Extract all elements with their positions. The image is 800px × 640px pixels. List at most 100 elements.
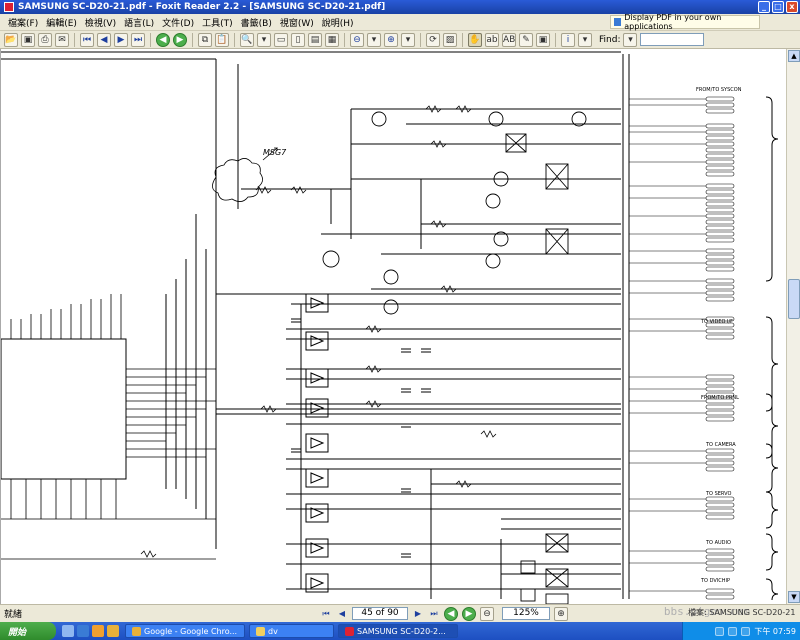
- title-bar: SAMSUNG SC-D20-21.pdf - Foxit Reader 2.2…: [0, 0, 800, 14]
- taskbar-item-label: dv: [268, 626, 278, 636]
- maximize-button[interactable]: □: [772, 1, 784, 13]
- section-label-audio: TO AUDIO: [705, 540, 731, 546]
- copy-icon[interactable]: ⧉: [198, 32, 212, 47]
- close-button[interactable]: x: [786, 1, 798, 13]
- system-tray: 下午 07:59: [682, 622, 800, 640]
- status-back-icon[interactable]: ◀: [444, 606, 458, 621]
- hand-tool-icon[interactable]: ✋: [468, 32, 482, 47]
- next-page-nav-icon[interactable]: ▶: [412, 608, 424, 620]
- volume-icon[interactable]: [728, 626, 738, 636]
- print-icon[interactable]: ⎙: [38, 32, 52, 47]
- open-icon[interactable]: 📂: [4, 32, 18, 47]
- menu-edit[interactable]: 編輯(E): [42, 16, 81, 29]
- zoom-level[interactable]: 125%: [502, 607, 550, 620]
- toolbar-separator: [462, 32, 463, 47]
- previous-page-icon[interactable]: ◀: [97, 32, 111, 47]
- chrome-icon: [132, 626, 141, 636]
- image-tool-icon[interactable]: ▣: [536, 32, 550, 47]
- toolbar-separator: [234, 32, 235, 47]
- save-icon[interactable]: ▣: [21, 32, 35, 47]
- toolbar-separator: [420, 32, 421, 47]
- select-text-icon-2[interactable]: AB: [502, 32, 516, 47]
- network-icon[interactable]: [715, 626, 725, 636]
- snapshot-icon[interactable]: ▨: [443, 32, 457, 47]
- section-label-video-if: TO VIDEO I/F: [700, 319, 733, 325]
- menu-file[interactable]: 檔案(F): [4, 16, 42, 29]
- toolbar-separator: [192, 32, 193, 47]
- promo-banner[interactable]: Display PDF in your own applications: [610, 13, 760, 31]
- find-input[interactable]: [640, 33, 705, 46]
- section-label-camera: TO CAMERA: [705, 442, 736, 448]
- taskbar-item[interactable]: SAMSUNG SC-D20-2...: [338, 624, 458, 638]
- last-page-nav-icon[interactable]: ⏭: [428, 608, 440, 620]
- annotation-icon[interactable]: ✎: [519, 32, 533, 47]
- chrome-icon[interactable]: [107, 625, 119, 637]
- taskbar: 開始 Google - Google Chro... dv SAMSUNG SC…: [0, 622, 800, 640]
- zoom-out-icon[interactable]: ⊖: [350, 32, 364, 47]
- find-dropdown-icon[interactable]: ▾: [623, 32, 638, 47]
- zoom-in-icon[interactable]: ⊕: [384, 32, 398, 47]
- quick-launch: [62, 625, 119, 637]
- desktop-icon[interactable]: [62, 625, 74, 637]
- menu-tools[interactable]: 工具(T): [198, 16, 237, 29]
- fit-width-icon[interactable]: ▤: [308, 32, 322, 47]
- taskbar-item[interactable]: dv: [249, 624, 334, 638]
- menu-window[interactable]: 視窗(W): [276, 16, 318, 29]
- zoom-dropdown-icon[interactable]: ▾: [257, 32, 271, 47]
- clock[interactable]: 下午 07:59: [754, 626, 796, 637]
- info-dropdown-icon[interactable]: ▾: [578, 32, 592, 47]
- security-icon[interactable]: [741, 626, 751, 636]
- forward-icon[interactable]: ▶: [173, 32, 187, 47]
- ie-icon[interactable]: [77, 625, 89, 637]
- first-page-icon[interactable]: ⏮: [80, 32, 94, 47]
- info-icon[interactable]: i: [561, 32, 575, 47]
- actual-size-icon[interactable]: ▭: [274, 32, 288, 47]
- taskbar-item[interactable]: Google - Google Chro...: [125, 624, 245, 638]
- first-page-nav-icon[interactable]: ⏮: [320, 608, 332, 620]
- paste-icon[interactable]: 📋: [215, 32, 229, 47]
- page-indicator[interactable]: 45 of 90: [352, 607, 408, 620]
- select-text-icon[interactable]: ab: [485, 32, 499, 47]
- status-forward-icon[interactable]: ▶: [462, 606, 476, 621]
- toolbar-separator: [555, 32, 556, 47]
- status-text: 就緒: [4, 610, 23, 620]
- zoom-in-dropdown-icon[interactable]: ▾: [401, 32, 415, 47]
- scroll-thumb[interactable]: [788, 279, 800, 319]
- fit-page-icon[interactable]: ▯: [291, 32, 305, 47]
- zoom-icon[interactable]: 🔍: [240, 32, 254, 47]
- minimize-button[interactable]: _: [758, 1, 770, 13]
- foxit-icon: [345, 626, 354, 636]
- fit-visible-icon[interactable]: ▦: [325, 32, 339, 47]
- menu-language[interactable]: 語言(L): [120, 16, 158, 29]
- schematic-page: FROM/TO SYSCON TO VIDEO I/F FROM/TO PRNL…: [1, 51, 779, 604]
- status-zoom-in-icon[interactable]: ⊕: [554, 606, 568, 621]
- media-icon[interactable]: [92, 625, 104, 637]
- status-file-tooltip: 檔案: SAMSUNG SC-D20-21.pd: [688, 608, 796, 617]
- foxit-app-icon[interactable]: [4, 2, 14, 12]
- menu-bookmarks[interactable]: 書籤(B): [237, 16, 276, 29]
- zoom-out-dropdown-icon[interactable]: ▾: [367, 32, 381, 47]
- email-icon[interactable]: ✉: [55, 32, 69, 47]
- back-icon[interactable]: ◀: [156, 32, 170, 47]
- document-view[interactable]: FROM/TO SYSCON TO VIDEO I/F FROM/TO PRNL…: [0, 49, 786, 604]
- toolbar-separator: [150, 32, 151, 47]
- last-page-icon[interactable]: ⏭: [131, 32, 145, 47]
- scroll-up-icon[interactable]: ▲: [788, 50, 800, 62]
- section-label-syscon: FROM/TO SYSCON: [696, 87, 742, 93]
- next-page-icon[interactable]: ▶: [114, 32, 128, 47]
- section-label-dvichip: TO DVICHIP: [700, 578, 730, 584]
- scroll-down-icon[interactable]: ▼: [788, 591, 800, 603]
- section-label-servo: TO SERVO: [705, 491, 731, 497]
- find-label: Find:: [599, 34, 621, 45]
- menu-help[interactable]: 說明(H): [318, 16, 358, 29]
- rotate-icon[interactable]: ⟳: [426, 32, 440, 47]
- section-label-prnl: FROM/TO PRNL: [701, 395, 739, 401]
- menu-view[interactable]: 檢視(V): [81, 16, 120, 29]
- foxit-sdk-icon: [614, 18, 622, 26]
- prev-page-nav-icon[interactable]: ◀: [336, 608, 348, 620]
- menu-document[interactable]: 文件(D): [158, 16, 198, 29]
- handwritten-note: MSG7: [263, 148, 287, 157]
- start-button[interactable]: 開始: [0, 622, 56, 640]
- vertical-scrollbar[interactable]: ▲ ▼: [786, 49, 800, 604]
- status-zoom-out-icon[interactable]: ⊖: [480, 606, 494, 621]
